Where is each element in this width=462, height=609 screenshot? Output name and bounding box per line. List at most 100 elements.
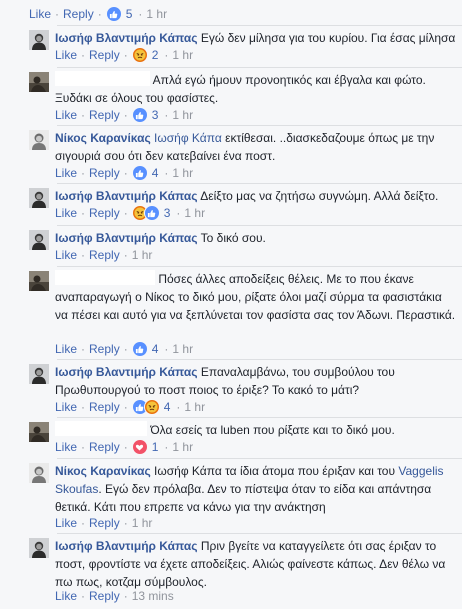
- separator: ·: [176, 206, 181, 220]
- like-reaction-icon: [105, 6, 122, 22]
- reply-link[interactable]: Reply: [89, 206, 120, 220]
- reaction-count[interactable]: 4: [164, 400, 171, 414]
- avatar[interactable]: [29, 30, 49, 50]
- like-link[interactable]: Like: [55, 440, 77, 454]
- reply-link[interactable]: Reply: [89, 400, 120, 414]
- love-reaction-icon: [131, 439, 148, 455]
- separator: ·: [81, 589, 86, 603]
- reaction-count[interactable]: 1: [152, 440, 159, 454]
- timestamp[interactable]: 1 hr: [132, 516, 153, 530]
- comment-body: Απλά εγώ ήμουν προνοητικός και έβγαλα κα…: [55, 71, 456, 107]
- timestamp[interactable]: 1 hr: [172, 440, 193, 454]
- separator: ·: [81, 342, 86, 356]
- reaction-count[interactable]: 3: [152, 108, 159, 122]
- reply-link[interactable]: Reply: [89, 516, 120, 530]
- reaction-count[interactable]: 4: [152, 342, 159, 356]
- avatar[interactable]: [29, 463, 49, 483]
- separator: ·: [81, 166, 86, 180]
- separator: ·: [123, 48, 128, 62]
- reaction-icons[interactable]: [131, 107, 148, 123]
- reply-link[interactable]: Reply: [89, 166, 120, 180]
- like-reaction-icon: [131, 341, 148, 357]
- timestamp[interactable]: 1 hr: [184, 206, 205, 220]
- reply-link[interactable]: Reply: [89, 108, 120, 122]
- mention-link[interactable]: Ιωσήφ Κάπα: [154, 131, 222, 145]
- divider: [57, 533, 462, 534]
- like-link[interactable]: Like: [55, 248, 77, 262]
- separator: ·: [123, 342, 128, 356]
- like-link[interactable]: Like: [55, 48, 77, 62]
- separator: ·: [55, 7, 60, 21]
- comment-author[interactable]: Νίκος Καρανίκας: [55, 464, 151, 478]
- avatar[interactable]: [29, 271, 49, 291]
- reaction-count[interactable]: 5: [126, 7, 133, 21]
- avatar[interactable]: [29, 538, 49, 558]
- comment-body: Νίκος Καρανίκας Ιωσήφ Κάπα τα ίδια άτομα…: [55, 462, 456, 516]
- comment-author[interactable]: Νίκος Καρανίκας: [55, 131, 151, 145]
- comment-body: Νίκος Καρανίκας Ιωσήφ Κάπα εκτίθεσαι. ..…: [55, 129, 456, 165]
- reply-link[interactable]: Reply: [89, 48, 120, 62]
- reaction-icons[interactable]: [105, 6, 122, 22]
- comment-actions: Like · Reply · 1 hr: [55, 516, 152, 530]
- divider: [57, 266, 462, 267]
- timestamp[interactable]: 1 hr: [184, 400, 205, 414]
- avatar[interactable]: [29, 422, 49, 442]
- divider: [57, 183, 462, 184]
- separator: ·: [164, 48, 169, 62]
- reply-link[interactable]: Reply: [89, 248, 120, 262]
- avatar[interactable]: [29, 72, 49, 92]
- avatar[interactable]: [29, 230, 49, 250]
- timestamp[interactable]: 1 hr: [172, 166, 193, 180]
- separator: ·: [138, 7, 143, 21]
- reaction-icons[interactable]: [131, 165, 148, 181]
- reaction-icons[interactable]: [131, 205, 160, 221]
- like-reaction-icon: [131, 107, 148, 123]
- comment-body: Ιωσήφ Βλαντιμήρ Κάπας Επαναλαμβάνω, του …: [55, 363, 456, 399]
- like-reaction-icon: [143, 205, 160, 221]
- like-link[interactable]: Like: [55, 166, 77, 180]
- reaction-count[interactable]: 2: [152, 48, 159, 62]
- separator: ·: [81, 48, 86, 62]
- timestamp[interactable]: 1 hr: [172, 108, 193, 122]
- like-link[interactable]: Like: [55, 108, 77, 122]
- separator: ·: [81, 206, 86, 220]
- angry-reaction-icon: [131, 47, 148, 63]
- reaction-icons[interactable]: [131, 47, 148, 63]
- reaction-count[interactable]: 4: [152, 166, 159, 180]
- reaction-count[interactable]: 3: [164, 206, 171, 220]
- comment-author[interactable]: Ιωσήφ Βλαντιμήρ Κάπας: [55, 539, 198, 553]
- timestamp[interactable]: 1 hr: [172, 48, 193, 62]
- timestamp[interactable]: 1 hr: [132, 248, 153, 262]
- comment-author[interactable]: Ιωσήφ Βλαντιμήρ Κάπας: [55, 231, 198, 245]
- comment-body: Πόσες άλλες αποδείξεις θέλεις. Με το που…: [55, 270, 456, 324]
- timestamp[interactable]: 13 mins: [132, 589, 174, 603]
- comment-author[interactable]: Ιωσήφ Βλαντιμήρ Κάπας: [55, 31, 198, 45]
- like-link[interactable]: Like: [55, 206, 77, 220]
- like-link[interactable]: Like: [55, 589, 77, 603]
- timestamp[interactable]: 1 hr: [172, 342, 193, 356]
- comment-actions: Like · Reply · 3 · 1 hr: [55, 107, 193, 123]
- like-link[interactable]: Like: [55, 516, 77, 530]
- separator: ·: [97, 7, 102, 21]
- reply-link[interactable]: Reply: [89, 342, 120, 356]
- reply-link[interactable]: Reply: [89, 589, 120, 603]
- comment-text: Δείξτο μας να ζητήσω συγνώμη. Αλλά δείξτ…: [200, 189, 439, 203]
- like-link[interactable]: Like: [29, 7, 51, 21]
- comment-actions: Like · Reply · 4 · 1 hr: [55, 165, 193, 181]
- reaction-icons[interactable]: [131, 439, 148, 455]
- avatar[interactable]: [29, 364, 49, 384]
- reaction-icons[interactable]: [131, 341, 148, 357]
- avatar[interactable]: [29, 188, 49, 208]
- comment-author[interactable]: Ιωσήφ Βλαντιμήρ Κάπας: [55, 365, 198, 379]
- reply-link[interactable]: Reply: [63, 7, 94, 21]
- reply-link[interactable]: Reply: [89, 440, 120, 454]
- reaction-icons[interactable]: [131, 399, 160, 415]
- comment-actions: Like · Reply · 1 · 1 hr: [55, 439, 193, 455]
- separator: ·: [164, 108, 169, 122]
- like-link[interactable]: Like: [55, 400, 77, 414]
- timestamp[interactable]: 1 hr: [146, 7, 167, 21]
- avatar[interactable]: [29, 130, 49, 150]
- comment-author[interactable]: Ιωσήφ Βλαντιμήρ Κάπας: [55, 189, 198, 203]
- comment-text: Ιωσήφ Κάπα τα ίδια άτομα που έριξαν και …: [154, 464, 396, 478]
- like-link[interactable]: Like: [55, 342, 77, 356]
